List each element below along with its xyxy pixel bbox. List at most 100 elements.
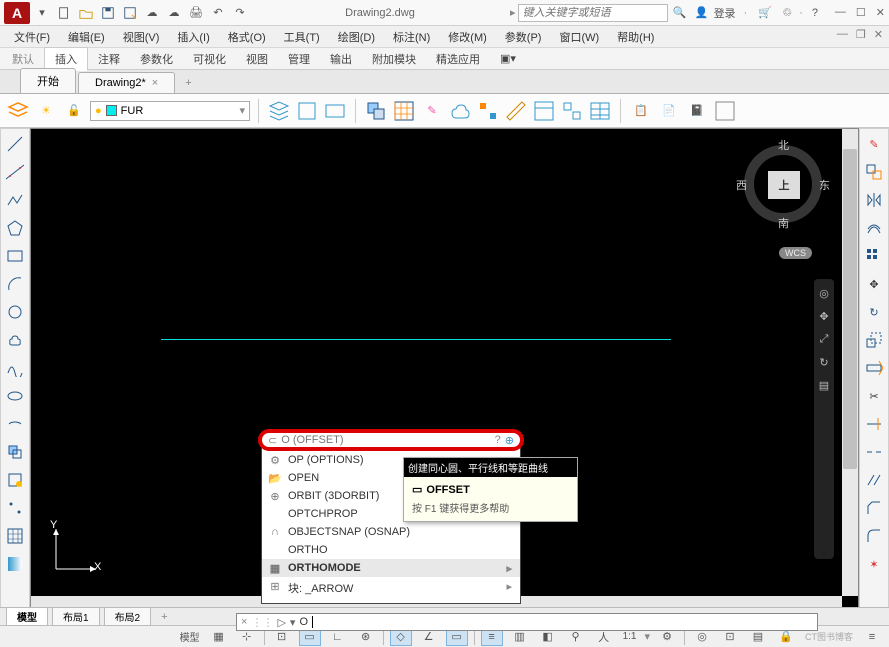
add-layout-tab[interactable]: +	[155, 611, 173, 623]
layout-tab-model[interactable]: 模型	[6, 607, 48, 626]
spline-tool-icon[interactable]	[4, 357, 26, 379]
app-exchange-icon[interactable]: ♲	[777, 3, 797, 23]
hatch-tool-icon[interactable]	[4, 525, 26, 547]
layers-icon[interactable]	[6, 99, 30, 123]
ribbon-tab-annotate[interactable]: 注释	[88, 48, 130, 70]
layer-lock-icon[interactable]: 🔓	[62, 99, 86, 123]
rotate-tool-icon[interactable]: ↻	[863, 301, 885, 323]
ribbon-expand-icon[interactable]: ▣▾	[490, 49, 526, 68]
command-input-highlight[interactable]: ⊂ O (OFFSET) ? ⊕	[258, 429, 524, 451]
ribbon-tab-parametric[interactable]: 参数化	[130, 48, 183, 70]
revcloud-icon[interactable]	[448, 99, 472, 123]
search-icon[interactable]: 🔍	[670, 3, 690, 23]
notebook-icon[interactable]: 📓	[685, 99, 709, 123]
arc-tool-icon[interactable]	[4, 273, 26, 295]
xref-icon[interactable]	[713, 99, 737, 123]
menu-draw[interactable]: 绘图(D)	[330, 27, 383, 47]
cloud-open-icon[interactable]: ☁	[142, 3, 162, 23]
copy-tool-icon[interactable]	[863, 161, 885, 183]
explode-tool-icon[interactable]: ✶	[863, 553, 885, 575]
boundary-icon[interactable]: ✎	[420, 99, 444, 123]
gradient-tool-icon[interactable]	[4, 553, 26, 575]
scale-tool-icon[interactable]	[863, 329, 885, 351]
user-icon[interactable]: 👤	[692, 3, 712, 23]
close-icon[interactable]: ✕	[876, 6, 885, 19]
menu-help[interactable]: 帮助(H)	[609, 27, 662, 47]
layout-tab-1[interactable]: 布局1	[52, 607, 100, 626]
autocomplete-item-block-arrow[interactable]: ⊞块: _ARROW▸	[262, 577, 520, 599]
menu-modify[interactable]: 修改(M)	[440, 27, 495, 47]
ribbon-tab-default[interactable]: 默认	[2, 48, 44, 70]
table-icon[interactable]	[588, 99, 612, 123]
grid-toggle-icon[interactable]: ▦	[208, 628, 230, 646]
autocomplete-item-osnap[interactable]: ∩OBJECTSNAP (OSNAP)	[262, 523, 520, 541]
array-tool-icon[interactable]	[863, 245, 885, 267]
menu-view[interactable]: 视图(V)	[115, 27, 168, 47]
measure-icon[interactable]	[504, 99, 528, 123]
undo-icon[interactable]: ↶	[208, 3, 228, 23]
mirror-tool-icon[interactable]	[863, 189, 885, 211]
ellipse-tool-icon[interactable]	[4, 385, 26, 407]
point-tool-icon[interactable]	[4, 497, 26, 519]
cart-icon[interactable]: 🛒	[755, 3, 775, 23]
layer-iso-icon[interactable]	[323, 99, 347, 123]
mdi-close-icon[interactable]: ✕	[874, 28, 883, 41]
mdi-restore-icon[interactable]: ❐	[856, 28, 866, 41]
status-model-label[interactable]: 模型	[178, 629, 202, 644]
plot-icon[interactable]: 🖨	[186, 3, 206, 23]
app-menu-icon[interactable]: A	[4, 2, 30, 24]
autocomplete-item-ortho[interactable]: ORTHO	[262, 541, 520, 559]
cloud-save-icon[interactable]: ☁	[164, 3, 184, 23]
ribbon-tab-addin[interactable]: 附加模块	[362, 48, 426, 70]
layer-states-icon[interactable]	[267, 99, 291, 123]
copy-icon[interactable]: 📄	[657, 99, 681, 123]
paste-icon[interactable]: 📋	[629, 99, 653, 123]
polygon-tool-icon[interactable]	[4, 217, 26, 239]
break-tool-icon[interactable]	[863, 441, 885, 463]
ribbon-tab-view[interactable]: 视图	[236, 48, 278, 70]
orbit-icon[interactable]: ↻	[819, 356, 828, 369]
revcloud-tool-icon[interactable]	[4, 329, 26, 351]
offset-tool-icon[interactable]	[863, 217, 885, 239]
help-icon[interactable]: ?	[805, 3, 825, 23]
layer-combo[interactable]: ● FUR ▾	[90, 101, 250, 121]
join-tool-icon[interactable]	[863, 469, 885, 491]
help-icon[interactable]: ?	[495, 434, 501, 447]
fillet-tool-icon[interactable]	[863, 525, 885, 547]
move-tool-icon[interactable]: ✥	[863, 273, 885, 295]
customize-status-icon[interactable]: ≡	[861, 628, 883, 646]
menu-insert[interactable]: 插入(I)	[169, 27, 217, 47]
wcs-badge[interactable]: WCS	[779, 247, 812, 259]
menu-tools[interactable]: 工具(T)	[276, 27, 328, 47]
login-label[interactable]: 登录	[714, 5, 736, 21]
autocomplete-item-orthomode[interactable]: ▦ORTHOMODE▸	[262, 559, 520, 577]
layer-match-icon[interactable]	[295, 99, 319, 123]
block-tool-icon[interactable]	[4, 441, 26, 463]
ribbon-tab-visualize[interactable]: 可视化	[183, 48, 236, 70]
stretch-tool-icon[interactable]	[863, 357, 885, 379]
group-icon[interactable]	[560, 99, 584, 123]
open-icon[interactable]	[76, 3, 96, 23]
redo-icon[interactable]: ↷	[230, 3, 250, 23]
ribbon-tab-featured[interactable]: 精选应用	[426, 48, 490, 70]
erase-icon[interactable]: ✎	[863, 133, 885, 155]
extend-tool-icon[interactable]	[863, 413, 885, 435]
menu-format[interactable]: 格式(O)	[220, 27, 274, 47]
file-tab-drawing2[interactable]: Drawing2*×	[78, 72, 175, 93]
block-insert-icon[interactable]	[364, 99, 388, 123]
chamfer-tool-icon[interactable]	[863, 497, 885, 519]
maximize-icon[interactable]: ☐	[856, 6, 866, 19]
line-tool-icon[interactable]	[4, 133, 26, 155]
hatch-icon[interactable]	[392, 99, 416, 123]
circle-tool-icon[interactable]	[4, 301, 26, 323]
steering-wheel-icon[interactable]: ◎	[819, 287, 829, 300]
layer-sun-icon[interactable]: ☀	[34, 99, 58, 123]
viewcube-top-face[interactable]: 上	[768, 171, 800, 199]
menu-file[interactable]: 文件(F)	[6, 27, 58, 47]
add-file-tab[interactable]: +	[177, 73, 199, 93]
navigation-bar[interactable]: ◎ ✥ ⤢ ↻ ▤	[814, 279, 834, 559]
scale-value[interactable]: 1:1	[621, 631, 639, 642]
drawing-canvas[interactable]: X Y 上 北 南 东 西 WCS ◎ ✥ ⤢ ↻ ▤ ⊂ O (OFFSET)	[30, 128, 859, 613]
xline-tool-icon[interactable]	[4, 161, 26, 183]
ribbon-tab-output[interactable]: 输出	[320, 48, 362, 70]
